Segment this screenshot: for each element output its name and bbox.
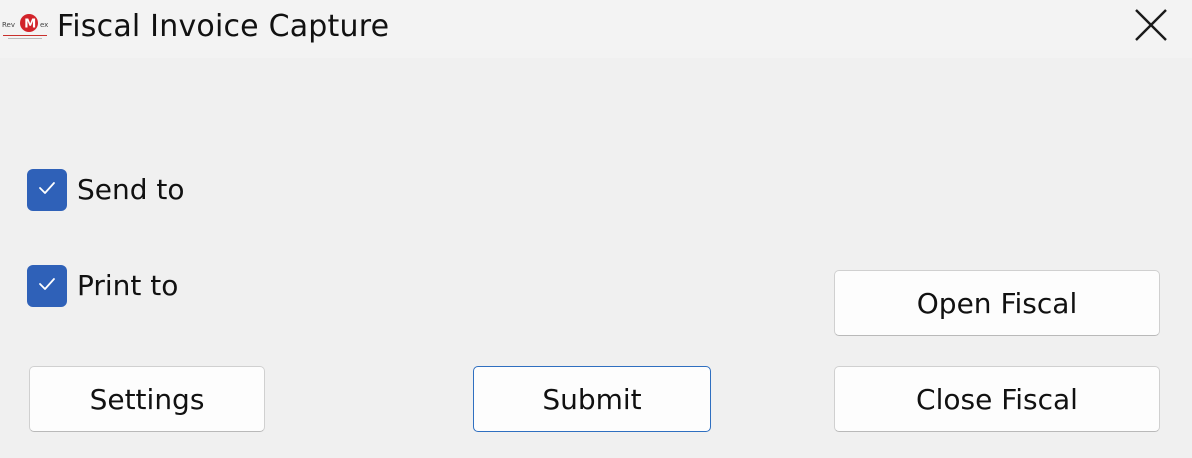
settings-button[interactable]: Settings xyxy=(29,366,265,432)
svg-text:Rev: Rev xyxy=(2,21,15,29)
svg-text:M: M xyxy=(24,17,36,31)
svg-text:ex: ex xyxy=(40,21,48,29)
send-to-checkbox[interactable]: Send to xyxy=(27,169,185,211)
send-to-label: Send to xyxy=(77,173,185,206)
print-to-checkbox-box[interactable] xyxy=(27,265,67,307)
close-window-button[interactable] xyxy=(1110,0,1192,54)
print-to-label: Print to xyxy=(77,269,179,302)
window-title: Fiscal Invoice Capture xyxy=(57,9,390,44)
app-logo: Rev M ex xyxy=(2,8,52,44)
send-to-checkbox-box[interactable] xyxy=(27,169,67,211)
close-fiscal-button[interactable]: Close Fiscal xyxy=(834,366,1160,432)
print-to-checkbox[interactable]: Print to xyxy=(27,265,178,307)
close-icon xyxy=(1134,8,1168,46)
open-fiscal-button[interactable]: Open Fiscal xyxy=(834,270,1160,336)
submit-button[interactable]: Submit xyxy=(473,366,711,432)
checkmark-icon xyxy=(37,276,57,296)
title-bar: Rev M ex Fiscal Invoice Capture xyxy=(0,0,1192,58)
dialog-window: Rev M ex Fiscal Invoice Capture Send to … xyxy=(0,0,1192,458)
checkmark-icon xyxy=(37,180,57,200)
